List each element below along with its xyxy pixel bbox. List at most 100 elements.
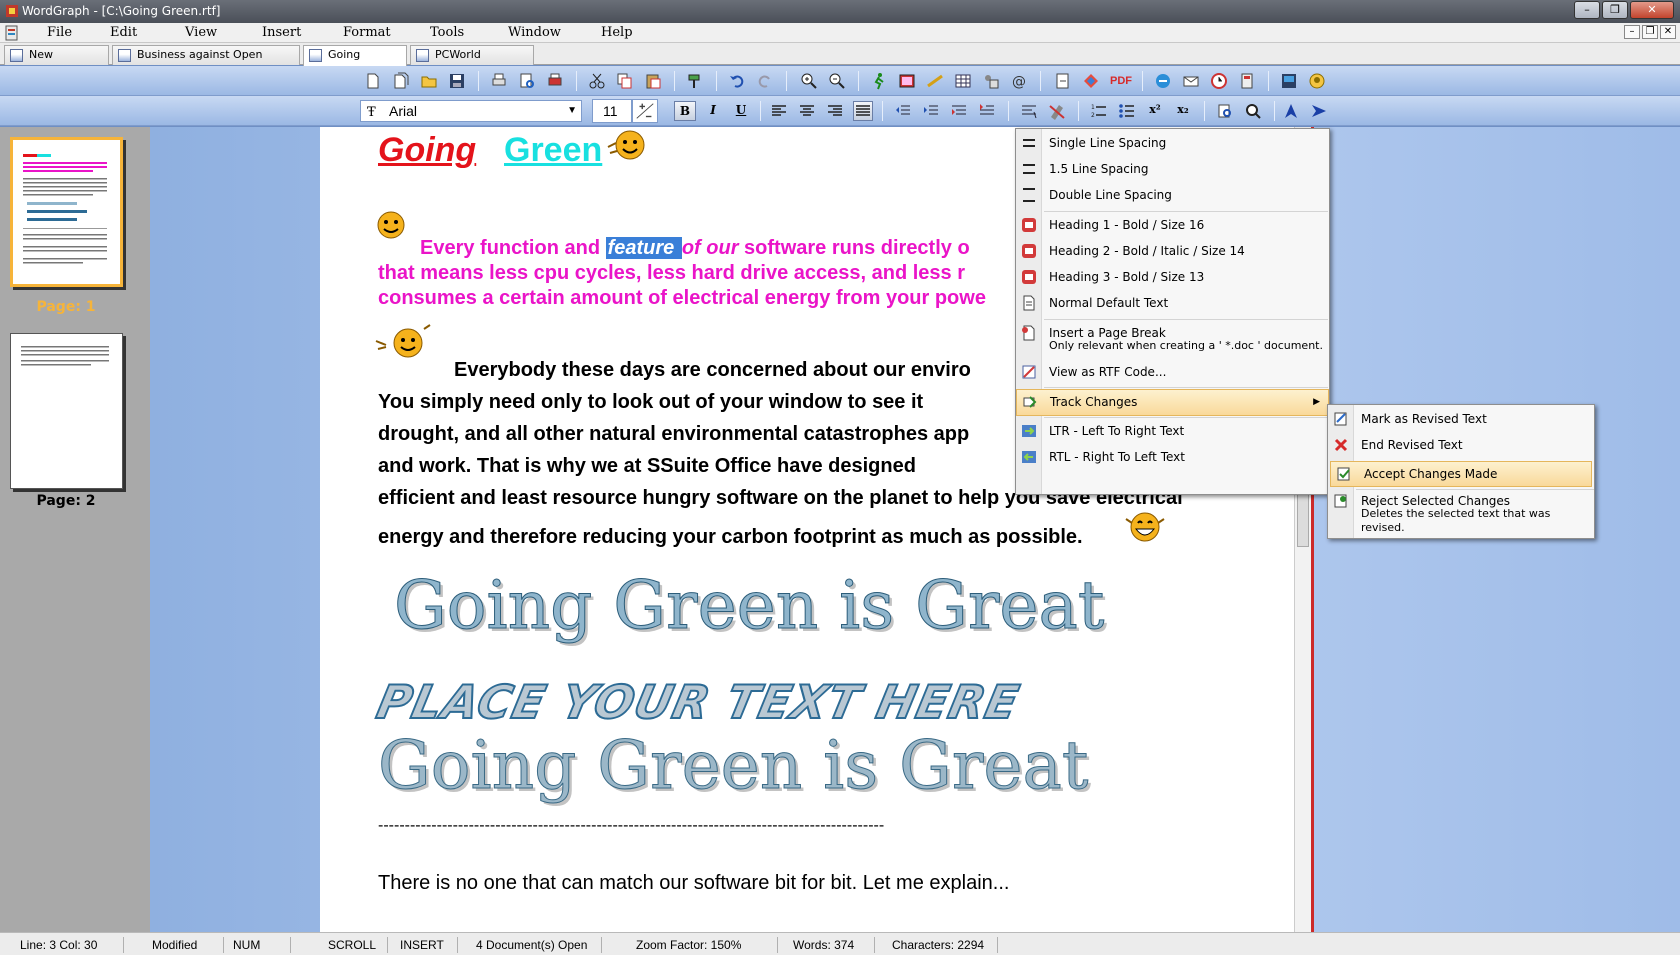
italic-button[interactable]: I [702, 101, 724, 121]
font-size-stepper-icon[interactable] [632, 99, 658, 123]
copy-icon[interactable] [616, 72, 634, 90]
menu-rtl-text[interactable]: RTL - Right To Left Text [1016, 445, 1329, 471]
insert-table-icon[interactable] [954, 72, 972, 90]
font-size-input[interactable]: 11 [592, 99, 632, 123]
doc-minimize-button[interactable]: – [1624, 25, 1640, 39]
menu-format[interactable]: Format [343, 25, 391, 40]
align-center-icon[interactable] [798, 102, 816, 120]
text-direction-right-icon[interactable] [1310, 102, 1328, 120]
menu-heading-3[interactable]: Heading 3 - Bold / Size 13 [1016, 265, 1329, 291]
menu-edit[interactable]: Edit [110, 25, 137, 40]
font-name-select[interactable]: Ŧ Arial ▼ [360, 100, 582, 122]
underline-button[interactable]: U [730, 101, 752, 121]
menu-insert[interactable]: Insert [262, 25, 301, 40]
hanging-indent-icon[interactable] [950, 102, 968, 120]
decrease-indent-icon[interactable] [894, 102, 912, 120]
superscript-button[interactable]: x² [1144, 101, 1166, 121]
email-icon[interactable] [1154, 72, 1172, 90]
numbered-list-icon[interactable]: 12 [1090, 102, 1108, 120]
maximize-button[interactable]: ❐ [1602, 1, 1628, 19]
menu-end-revised-text[interactable]: End Revised Text [1328, 433, 1594, 459]
chevron-down-icon[interactable]: ▼ [567, 101, 577, 121]
close-button[interactable]: ✕ [1630, 1, 1674, 19]
menu-double-line-spacing[interactable]: Double Line Spacing [1016, 183, 1329, 209]
print-setup-icon[interactable] [546, 72, 564, 90]
first-line-indent-icon[interactable] [978, 102, 996, 120]
bullet-list-icon[interactable] [1118, 102, 1136, 120]
document-tabs: New Document Business against Open Sourc… [0, 43, 1680, 79]
menu-window[interactable]: Window [508, 25, 561, 40]
calculator-icon[interactable] [1238, 72, 1256, 90]
justify-icon[interactable] [853, 101, 873, 121]
menu-insert-page-break[interactable]: Insert a Page Break Only relevant when c… [1016, 321, 1329, 359]
format-toolbar: Ŧ Arial ▼ 11 B I U 12 x² x₂ [0, 96, 1680, 126]
menu-help[interactable]: Help [601, 25, 633, 40]
envelope-icon[interactable] [1182, 72, 1200, 90]
open-folder-icon[interactable] [420, 72, 438, 90]
redo-icon[interactable] [756, 72, 774, 90]
insert-line-icon[interactable] [926, 72, 944, 90]
bold-button[interactable]: B [674, 101, 696, 121]
zoom-out-icon[interactable] [828, 72, 846, 90]
export-pdf-button[interactable]: PDF [1110, 72, 1132, 90]
increase-indent-icon[interactable] [922, 102, 940, 120]
new-document-icon[interactable] [364, 72, 382, 90]
paste-icon[interactable] [644, 72, 662, 90]
menu-accept-changes[interactable]: Accept Changes Made [1330, 461, 1592, 487]
menu-heading-2[interactable]: Heading 2 - Bold / Italic / Size 14 [1016, 239, 1329, 265]
reject-changes-icon [1334, 494, 1347, 508]
menu-normal-default-text[interactable]: Normal Default Text [1016, 291, 1329, 317]
tab-business-against-open-source[interactable]: Business against Open Source.rtf [112, 45, 300, 79]
end-revised-icon [1334, 438, 1348, 452]
undo-icon[interactable] [728, 72, 746, 90]
paragraph-format-icon[interactable] [1020, 102, 1038, 120]
page-thumbnail-1[interactable] [10, 137, 123, 287]
running-man-icon[interactable] [870, 72, 888, 90]
tab-new-document[interactable]: New Document [4, 45, 109, 79]
subscript-button[interactable]: x₂ [1172, 101, 1194, 121]
page-preview-icon [23, 154, 107, 264]
menu-single-line-spacing[interactable]: Single Line Spacing [1016, 131, 1329, 157]
minimize-button[interactable]: – [1574, 1, 1600, 19]
about-icon[interactable] [1280, 72, 1298, 90]
print-icon[interactable] [490, 72, 508, 90]
menu-view-rtf-code[interactable]: View as RTF Code... [1016, 360, 1329, 386]
page-break-description: Only relevant when creating a ' *.doc ' … [1049, 339, 1323, 352]
menu-view[interactable]: View [185, 25, 217, 40]
menu-tools[interactable]: Tools [430, 25, 464, 40]
cut-icon[interactable] [588, 72, 606, 90]
format-painter-icon[interactable] [686, 72, 704, 90]
help-icon[interactable] [1308, 72, 1326, 90]
find-replace-icon[interactable] [1216, 102, 1234, 120]
insert-object-icon[interactable] [982, 72, 1000, 90]
text-direction-up-icon[interactable] [1282, 102, 1300, 120]
clock-icon[interactable] [1210, 72, 1228, 90]
web-export-icon[interactable] [1082, 72, 1100, 90]
print-preview-icon[interactable] [518, 72, 536, 90]
clear-formatting-icon[interactable] [1048, 102, 1066, 120]
document-menu-icon[interactable] [4, 25, 20, 41]
status-words: Words: 374 [785, 937, 875, 953]
menu-one-half-line-spacing[interactable]: 1.5 Line Spacing [1016, 157, 1329, 183]
save-icon[interactable] [448, 72, 466, 90]
new-template-icon[interactable] [392, 72, 410, 90]
align-left-icon[interactable] [770, 102, 788, 120]
menu-ltr-text[interactable]: LTR - Left To Right Text [1016, 419, 1329, 445]
menu-mark-as-revised[interactable]: Mark as Revised Text [1328, 407, 1594, 433]
doc-restore-button[interactable]: ❐ [1642, 25, 1658, 39]
menu-reject-changes[interactable]: Reject Selected Changes Deletes the sele… [1328, 489, 1594, 534]
zoom-in-icon[interactable] [800, 72, 818, 90]
page-thumbnail-2[interactable] [10, 333, 123, 489]
insert-image-icon[interactable] [898, 72, 916, 90]
menu-track-changes[interactable]: Track Changes ▶ [1016, 389, 1329, 416]
tab-pcworld-review[interactable]: PCWorld Review.rtc [410, 45, 534, 79]
menu-heading-1[interactable]: Heading 1 - Bold / Size 16 [1016, 213, 1329, 239]
menu-file[interactable]: File [47, 25, 72, 40]
selected-text[interactable]: feature [605, 237, 682, 259]
align-right-icon[interactable] [826, 102, 844, 120]
find-icon[interactable] [1244, 102, 1262, 120]
doc-close-button[interactable]: ✕ [1660, 25, 1676, 39]
tab-going-green[interactable]: Going Green.rtf [303, 45, 407, 79]
export-icon[interactable] [1054, 72, 1072, 90]
insert-symbol-icon[interactable]: @ [1010, 72, 1028, 90]
